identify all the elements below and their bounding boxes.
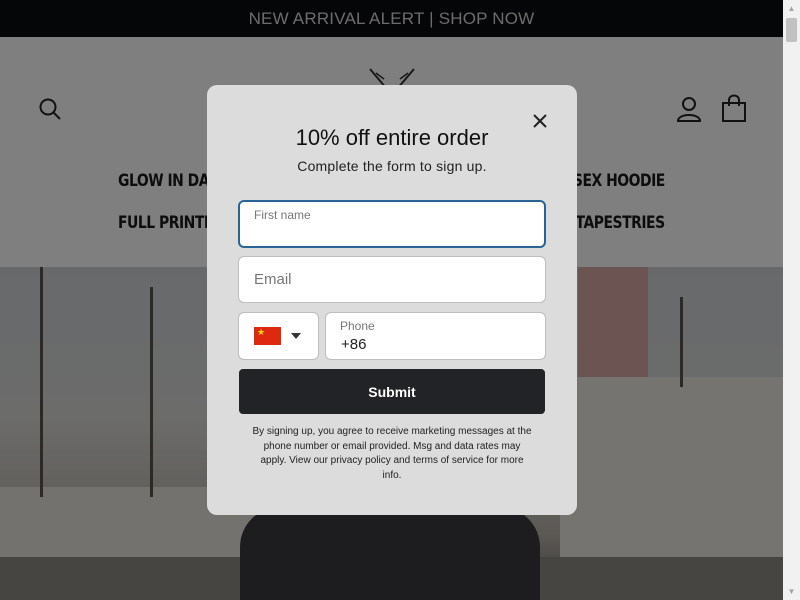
- china-flag-icon: ★: [254, 327, 281, 345]
- first-name-label: First name: [254, 208, 311, 222]
- modal-title: 10% off entire order: [295, 125, 489, 150]
- signup-modal: 10% off entire order Complete the form t…: [207, 85, 577, 515]
- page-scrollbar[interactable]: ▲ ▼: [783, 0, 800, 600]
- phone-value: +86: [341, 336, 367, 353]
- consent-disclaimer: By signing up, you agree to receive mark…: [252, 426, 532, 481]
- modal-subtitle: Complete the form to sign up.: [297, 158, 487, 174]
- scroll-up-arrow[interactable]: ▲: [783, 0, 800, 17]
- email-placeholder: Email: [254, 271, 292, 288]
- scroll-down-arrow[interactable]: ▼: [783, 583, 800, 600]
- first-name-field[interactable]: First name: [238, 200, 546, 248]
- scroll-thumb[interactable]: [786, 18, 797, 42]
- phone-label: Phone: [340, 319, 375, 333]
- country-code-select[interactable]: ★: [238, 312, 319, 360]
- submit-button[interactable]: Submit: [239, 369, 545, 414]
- phone-field[interactable]: Phone +86: [325, 312, 546, 360]
- email-field[interactable]: Email: [238, 256, 546, 303]
- caret-down-icon: [291, 333, 301, 339]
